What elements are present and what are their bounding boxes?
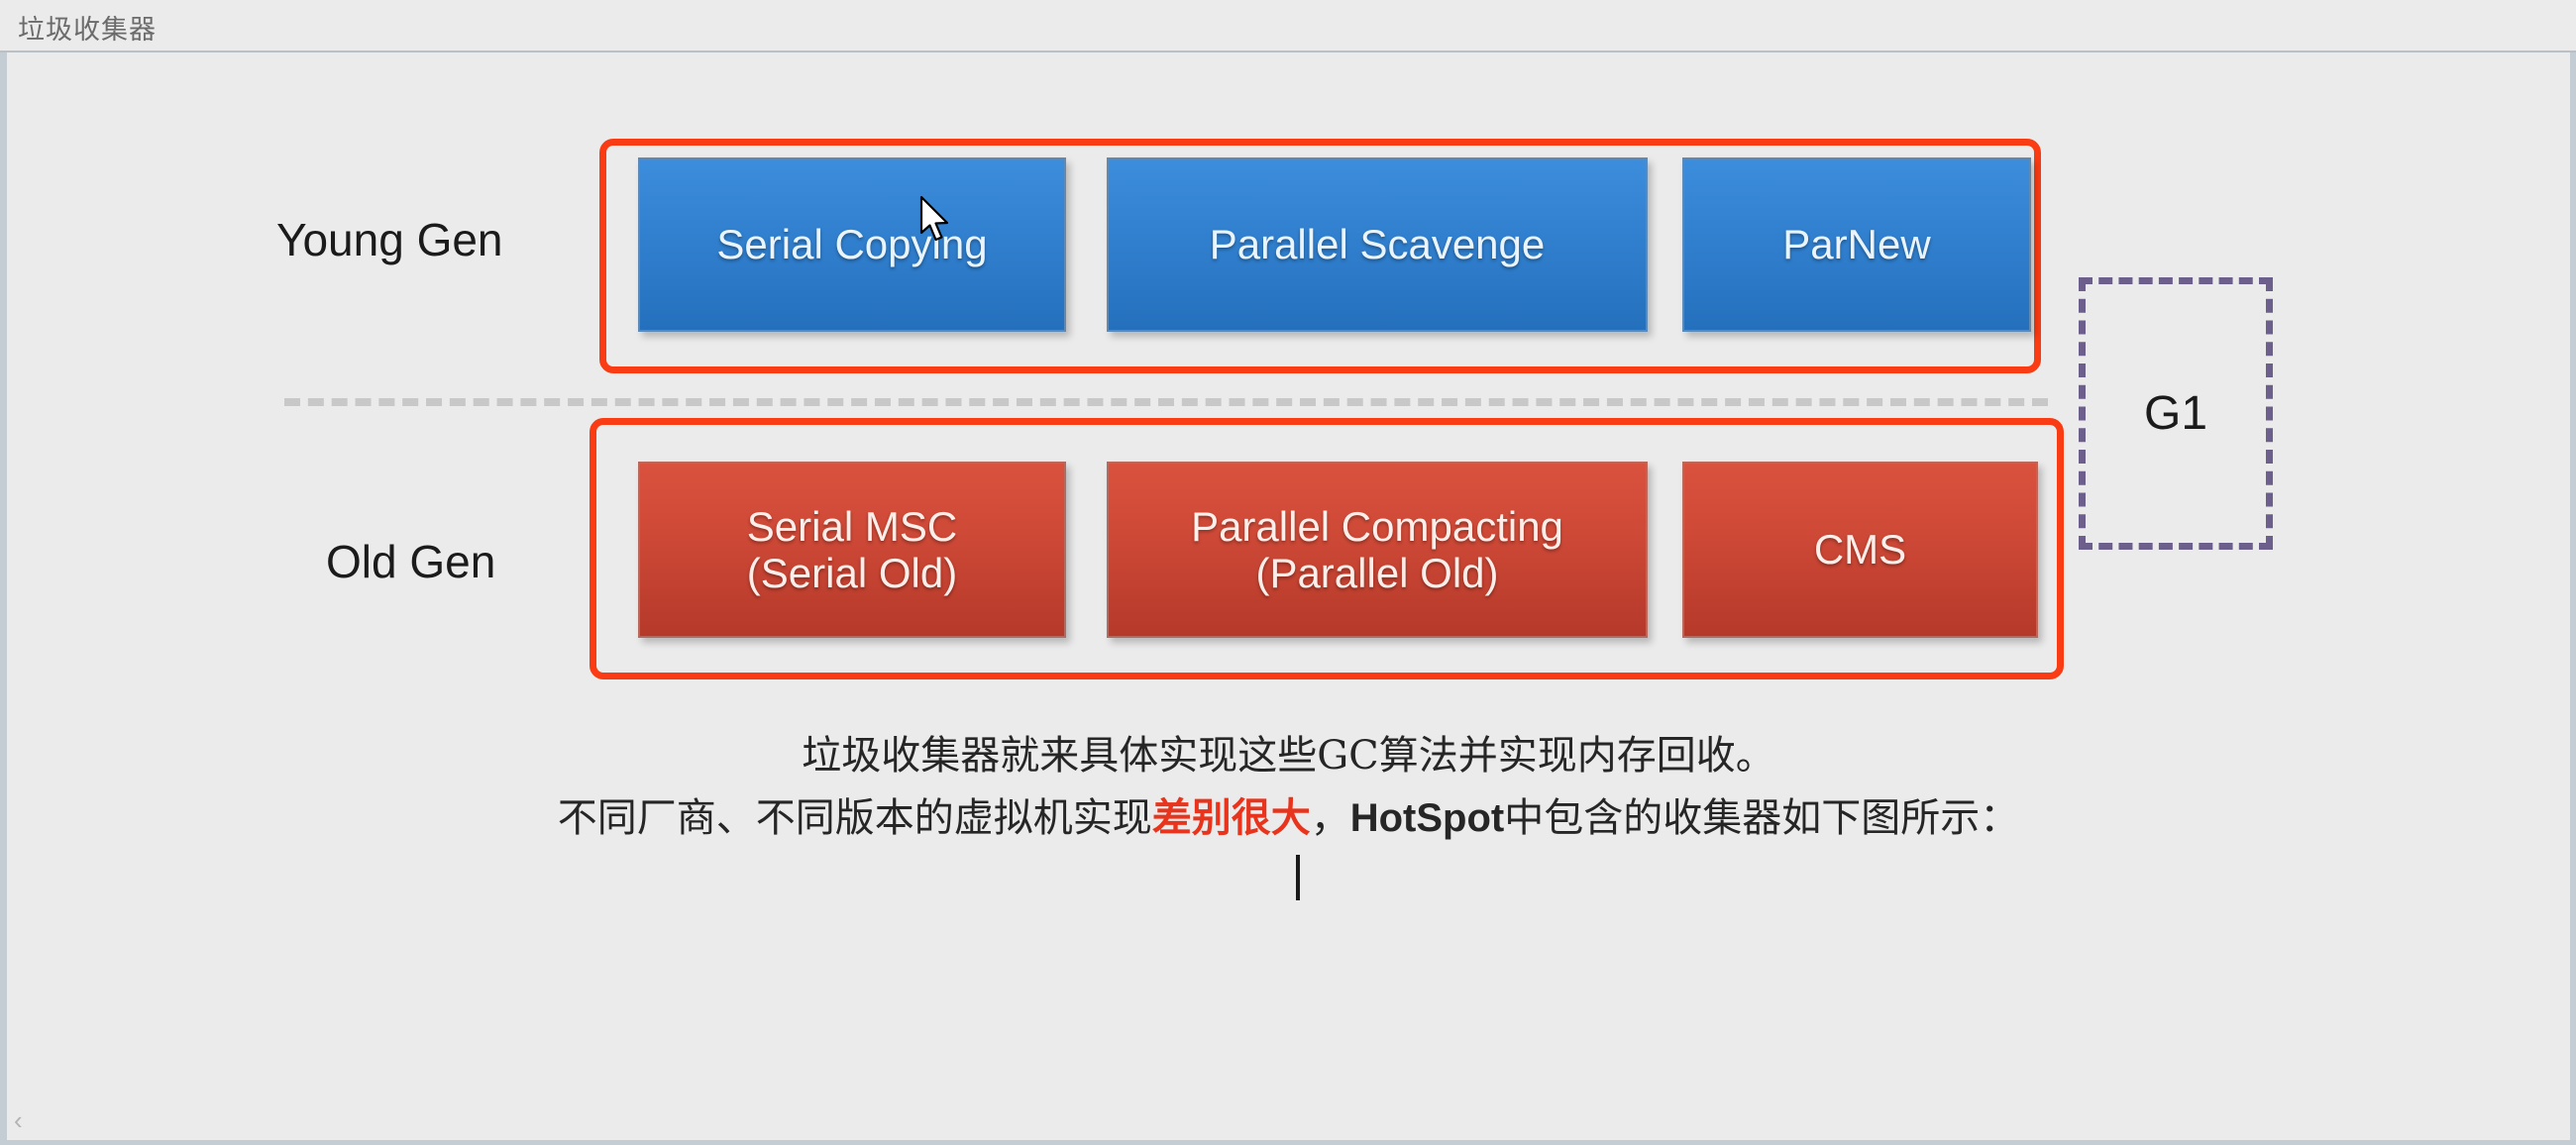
collector-box-serial-msc[interactable]: Serial MSC (Serial Old)	[638, 462, 1066, 638]
window-title: 垃圾收集器	[18, 15, 157, 46]
collector-box-serial-copying[interactable]: Serial Copying	[638, 157, 1066, 332]
collector-label: ParNew	[1782, 221, 1931, 268]
powerpoint-window: 垃圾收集器 Young Gen Old Gen Serial Copying P…	[0, 0, 2576, 1145]
title-bar: 垃圾收集器	[0, 0, 2576, 52]
collector-box-parallel-scavenge[interactable]: Parallel Scavenge	[1107, 157, 1648, 332]
collector-label-stack: Serial MSC (Serial Old)	[747, 503, 957, 596]
right-edge-rail	[2570, 52, 2576, 1145]
collector-box-g1[interactable]: G1	[2079, 277, 2273, 550]
caption-segment-plain-2: 中包含的收集器如下图所示：	[1504, 795, 2020, 841]
collector-label: Serial Copying	[716, 221, 988, 268]
collector-label: CMS	[1813, 526, 1907, 573]
previous-slide-chevron-icon[interactable]: ‹	[14, 1107, 23, 1133]
caption-segment-highlight: 差别很大	[1151, 794, 1311, 841]
caption-line-1: 垃圾收集器就来具体实现这些GC算法并实现内存回收。	[802, 733, 1775, 779]
caption-segment-plain-1: 不同厂商、不同版本的虚拟机实现	[557, 795, 1152, 841]
collector-label-line2: (Parallel Old)	[1255, 550, 1499, 596]
collector-box-parnew[interactable]: ParNew	[1682, 157, 2031, 332]
slide-canvas[interactable]: Young Gen Old Gen Serial Copying Paralle…	[7, 54, 2570, 1140]
collector-label-line1: Parallel Compacting	[1191, 502, 1563, 550]
collector-label-stack: Parallel Compacting (Parallel Old)	[1191, 503, 1563, 596]
bottom-edge-rail	[0, 1140, 2576, 1145]
text-caret	[1296, 855, 1300, 900]
caption-segment-comma: ，	[1310, 795, 1350, 841]
caption-segment-hotspot: HotSpot	[1349, 796, 1505, 840]
left-edge-rail	[0, 52, 7, 1145]
young-gen-label: Young Gen	[276, 214, 503, 265]
caption-line-2: 不同厂商、不同版本的虚拟机实现差别很大，HotSpot中包含的收集器如下图所示：	[7, 785, 2570, 843]
collector-box-cms[interactable]: CMS	[1682, 462, 2038, 638]
old-gen-label: Old Gen	[326, 536, 496, 587]
collector-label: Parallel Scavenge	[1209, 221, 1546, 268]
collector-label-line2: (Serial Old)	[746, 550, 958, 596]
g1-label: G1	[2143, 387, 2208, 440]
collector-label-line1: Serial MSC	[746, 502, 958, 550]
collector-box-parallel-compacting[interactable]: Parallel Compacting (Parallel Old)	[1107, 462, 1648, 638]
generation-divider	[284, 398, 2048, 406]
